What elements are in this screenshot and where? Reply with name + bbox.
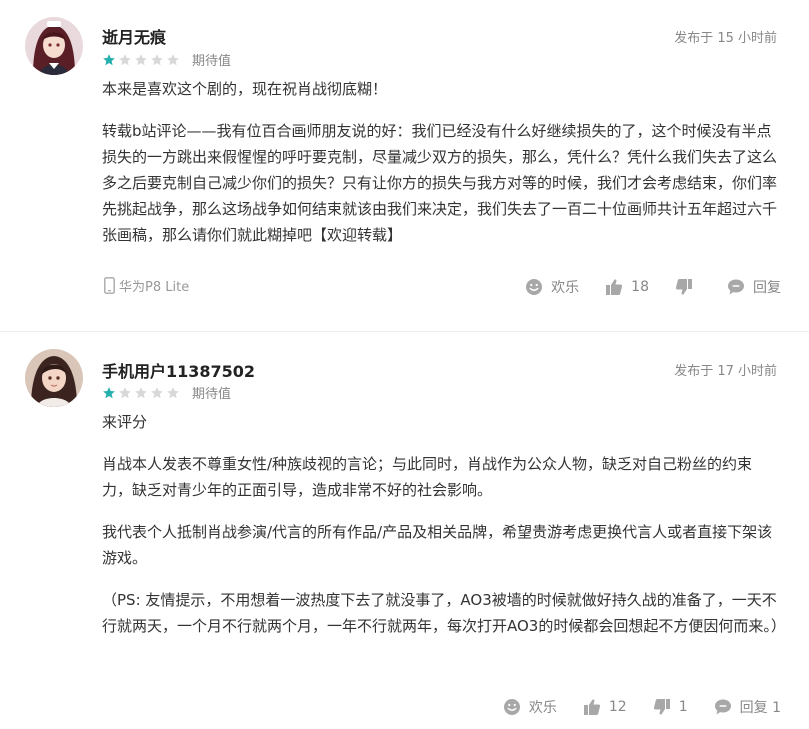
reply-button[interactable]: 回复 [727,277,781,297]
fun-button[interactable]: 欢乐 [525,277,579,297]
username[interactable]: 手机用户11387502 [102,358,255,382]
thumbs-down-count: 1 [678,699,688,715]
star-empty-icon [119,53,131,65]
fun-label: 欢乐 [528,700,557,716]
rating-label: 期待值 [192,54,232,69]
phone-icon [104,277,115,294]
star-empty-icon [135,386,147,398]
star-rating [102,53,180,67]
star-filled-icon [103,53,115,65]
thumbs-up-button[interactable]: 18 [605,278,649,296]
review-paragraph: 转载b站评论——我有位百合画师朋友说的好：我们已经没有什么好继续损失的了，这个时… [102,122,778,244]
thumbs-up-count: 12 [608,699,627,715]
review-body: 来评分 肖战本人发表不尊重女性/种族歧视的言论；与此同时，肖战作为公众人物，缺乏… [102,409,786,655]
fun-button[interactable]: 欢乐 [503,697,557,717]
star-empty-icon [135,53,147,65]
star-empty-icon [151,53,163,65]
review-paragraph: （PS: 友情提示，不用想着一波热度下去了就没事了，AO3被墙的时候就做好持久战… [102,591,786,635]
reply-label: 回复 1 [739,700,781,716]
star-empty-icon [119,386,131,398]
star-empty-icon [167,386,179,398]
review-paragraph: 本来是喜欢这个剧的，现在祝肖战彻底糊！ [102,80,388,98]
thumbs-down-button[interactable] [675,278,701,296]
divider [0,331,809,332]
comment-icon [728,279,744,295]
avatar[interactable] [25,17,83,75]
thumbs-up-count: 18 [631,279,649,295]
fun-label: 欢乐 [551,280,580,296]
device-info: 华为P8 Lite [104,276,189,295]
comment-icon [714,699,731,715]
star-rating [102,386,180,400]
rating: 期待值 [102,50,231,69]
username[interactable]: 逝月无痕 [102,24,166,48]
reply-label: 回复 [753,280,781,296]
review-actions: 欢乐 12 1 回复 1 [477,697,781,717]
thumbs-up-icon [606,279,623,295]
thumbs-up-icon [583,699,600,715]
review-paragraph: 来评分 [102,413,148,431]
rating: 期待值 [102,383,231,402]
smile-icon [526,279,543,295]
review-card: 手机用户11387502 发布于 17 小时前 期待值 来评分 肖战本人发表不尊… [0,333,809,729]
post-time: 发布于 15 小时前 [674,31,777,46]
post-time: 发布于 17 小时前 [674,364,777,379]
star-empty-icon [151,386,163,398]
review-actions: 欢乐 18 回复 [499,277,781,297]
smile-icon [503,699,520,715]
thumbs-down-icon [675,279,692,295]
thumbs-down-button[interactable]: 1 [653,698,688,716]
thumbs-up-button[interactable]: 12 [583,698,627,716]
device-name: 华为P8 Lite [119,280,190,295]
reply-button[interactable]: 回复 1 [714,697,781,717]
star-filled-icon [103,386,115,398]
star-empty-icon [167,53,179,65]
review-body: 本来是喜欢这个剧的，现在祝肖战彻底糊！ 转载b站评论——我有位百合画师朋友说的好… [102,76,782,264]
avatar[interactable] [25,349,83,407]
review-paragraph: 我代表个人抵制肖战参演/代言的所有作品/产品及相关品牌，希望贵游考虑更换代言人或… [102,523,773,567]
review-card: 逝月无痕 发布于 15 小时前 期待值 本来是喜欢这个剧的，现在祝肖战彻底糊！ … [0,0,809,332]
rating-label: 期待值 [192,387,232,402]
thumbs-down-icon [653,699,670,715]
review-paragraph: 肖战本人发表不尊重女性/种族歧视的言论；与此同时，肖战作为公众人物，缺乏对自己粉… [102,455,753,499]
